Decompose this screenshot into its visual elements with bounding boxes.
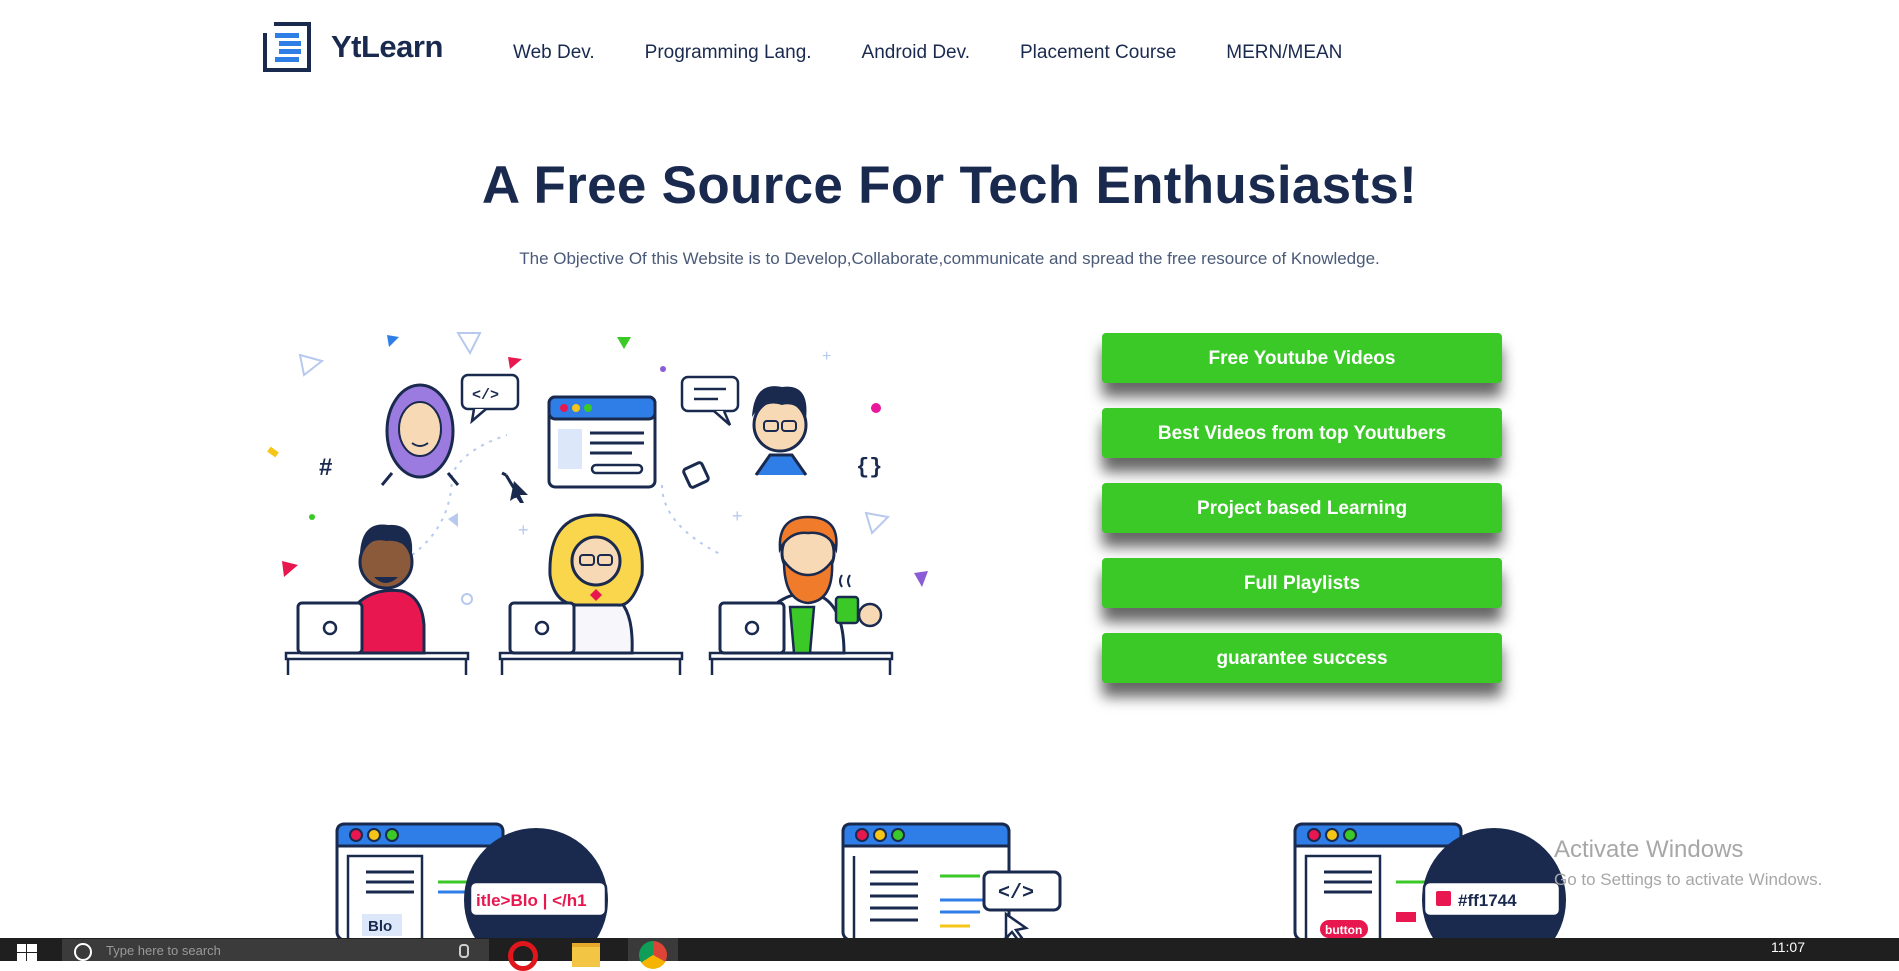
guarantee-success-button[interactable]: guarantee success: [1102, 633, 1502, 683]
card-left-panel-text: Blo: [368, 918, 392, 935]
team-illustration: + + + # {} </>: [262, 325, 937, 680]
brand-logo[interactable]: YtLearn: [260, 19, 443, 72]
project-based-learning-button[interactable]: Project based Learning: [1102, 483, 1502, 533]
card-right-button-text: button: [1325, 923, 1362, 937]
svg-text:</>: </>: [472, 387, 499, 404]
navbar: YtLearn Web Dev. Programming Lang. Andro…: [0, 0, 1899, 110]
free-youtube-videos-button[interactable]: Free Youtube Videos: [1102, 333, 1502, 383]
activate-windows-watermark: Activate Windows Go to Settings to activ…: [1554, 836, 1822, 890]
hero-subtitle: The Objective Of this Website is to Deve…: [519, 249, 1380, 268]
card-middle-badge-text: </>: [998, 882, 1034, 905]
svg-text:+: +: [732, 506, 743, 526]
nav-link-mern-mean[interactable]: MERN/MEAN: [1226, 42, 1342, 64]
windows-start-icon[interactable]: [17, 944, 37, 961]
card-left-badge-text: itle>Blo | </h1: [476, 891, 587, 910]
opera-icon[interactable]: [508, 941, 538, 971]
full-playlists-button[interactable]: Full Playlists: [1102, 558, 1502, 608]
svg-text:#: #: [319, 454, 332, 481]
brand-name: YtLearn: [331, 29, 443, 64]
nav-link-programming-lang[interactable]: Programming Lang.: [645, 42, 812, 64]
main-nav: Web Dev. Programming Lang. Android Dev. …: [513, 42, 1342, 64]
logo-icon: [260, 19, 311, 72]
taskbar-search-placeholder: Type here to search: [106, 943, 221, 958]
windows-taskbar: Type here to search 11:07: [0, 938, 1899, 971]
nav-link-android-dev[interactable]: Android Dev.: [862, 42, 970, 64]
svg-text:+: +: [518, 520, 529, 540]
watermark-title: Activate Windows: [1554, 836, 1744, 863]
svg-text:{}: {}: [856, 455, 882, 480]
card-illustration-html: Blo itle>Blo | </h1: [334, 820, 614, 971]
nav-link-web-dev[interactable]: Web Dev.: [513, 42, 595, 64]
card-illustration-css: button #ff1744: [1292, 820, 1572, 971]
taskbar-clock: 11:07: [1771, 939, 1805, 955]
taskbar-search-box[interactable]: Type here to search: [62, 939, 489, 961]
card-illustration-code: </>: [840, 820, 1080, 942]
watermark-subtitle: Go to Settings to activate Windows.: [1554, 870, 1823, 889]
hero-title: A Free Source For Tech Enthusiasts!: [481, 156, 1418, 215]
nav-link-placement-course[interactable]: Placement Course: [1020, 42, 1176, 64]
best-videos-button[interactable]: Best Videos from top Youtubers: [1102, 408, 1502, 458]
microphone-icon[interactable]: [459, 944, 469, 958]
search-icon: [74, 943, 92, 961]
svg-text:+: +: [822, 348, 831, 365]
feature-buttons: Free Youtube Videos Best Videos from top…: [1102, 333, 1502, 708]
folder-icon[interactable]: [572, 943, 600, 967]
card-right-badge-text: #ff1744: [1458, 891, 1517, 910]
chrome-icon[interactable]: [628, 938, 678, 969]
